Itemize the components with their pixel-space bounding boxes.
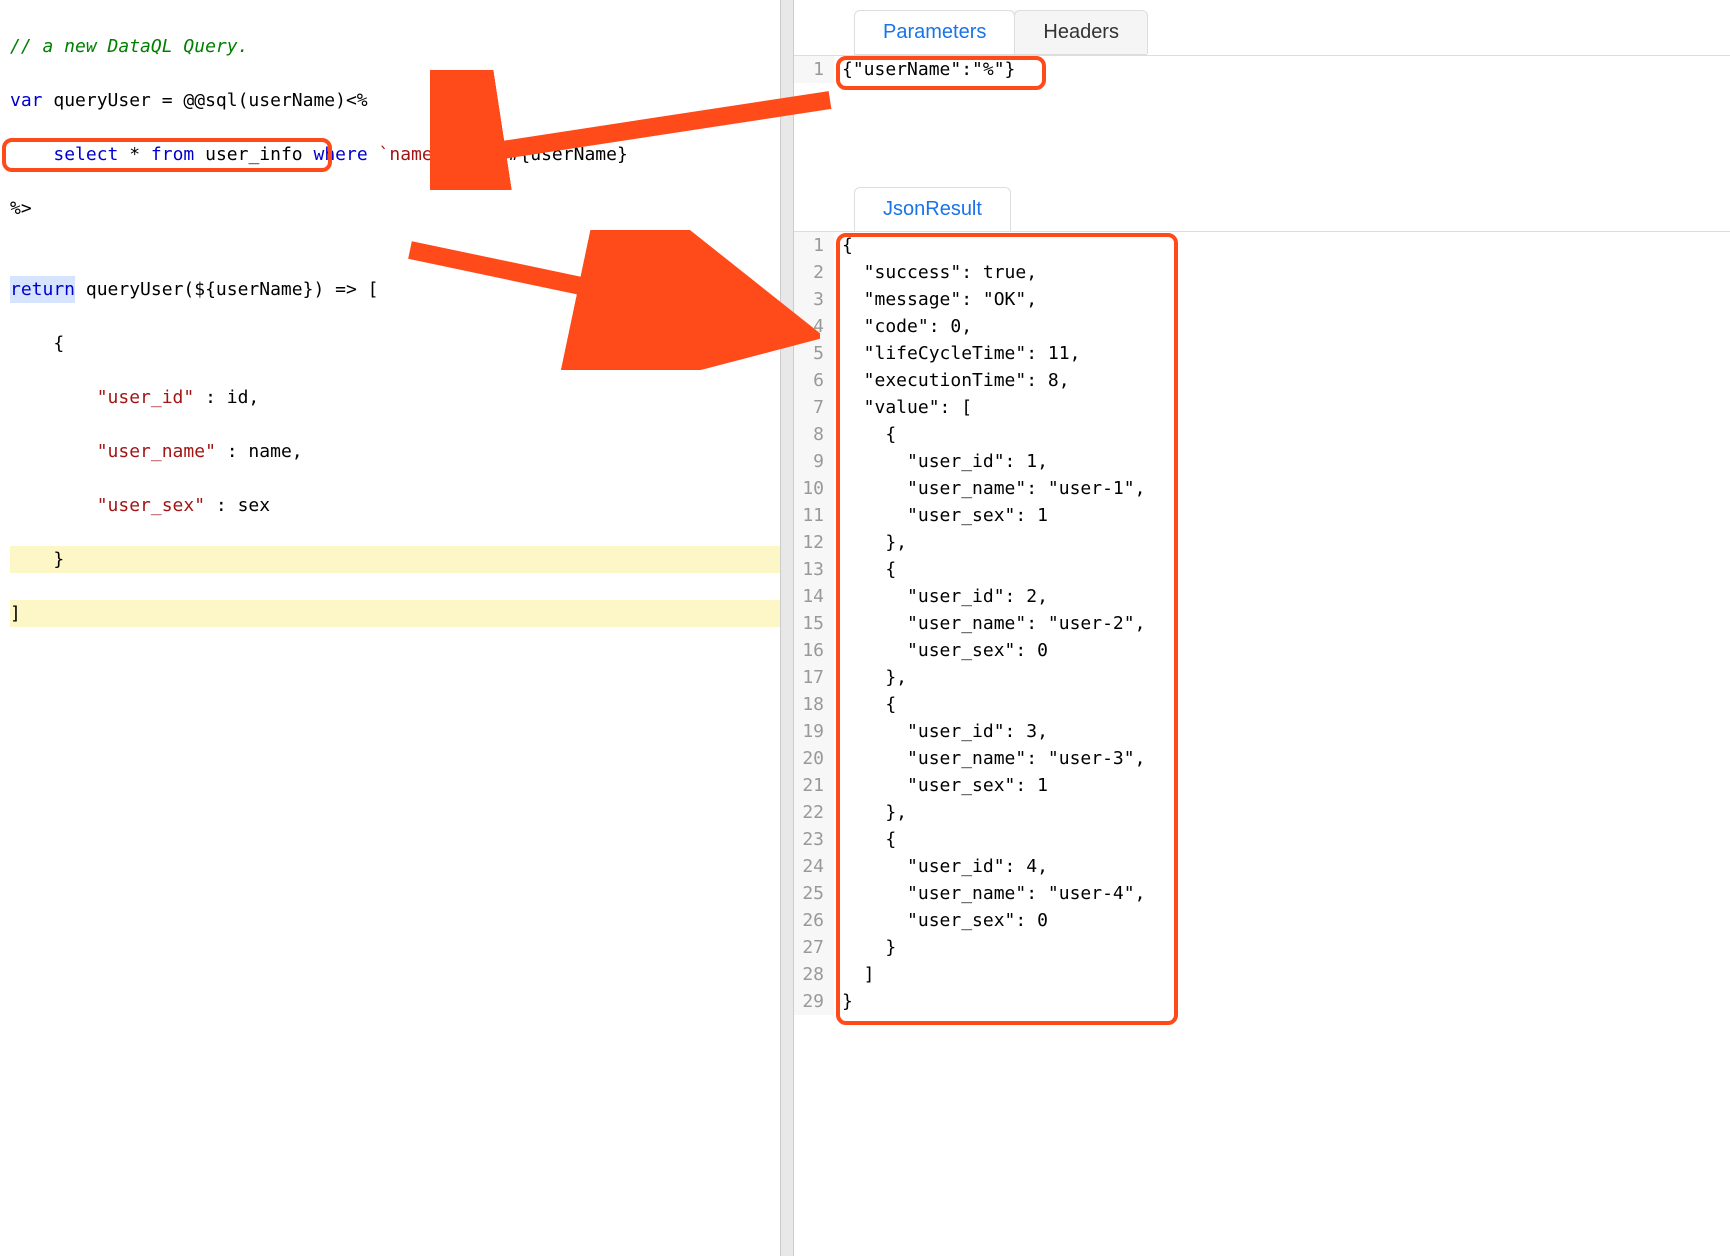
result-line-number: 28: [794, 961, 824, 988]
dataql-code-editor[interactable]: // a new DataQL Query. var queryUser = @…: [0, 0, 780, 681]
result-line-number: 6: [794, 367, 824, 394]
result-line: }: [842, 988, 1145, 1015]
result-line: },: [842, 799, 1145, 826]
result-code-content: { "success": true, "message": "OK", "cod…: [834, 232, 1145, 1015]
result-line-number: 22: [794, 799, 824, 826]
vertical-splitter[interactable]: [780, 0, 794, 1256]
result-line-number: 5: [794, 340, 824, 367]
result-line: "user_sex": 0: [842, 907, 1145, 934]
result-section: JsonResult 12345678910111213141516171819…: [794, 187, 1730, 1256]
result-line: {: [842, 826, 1145, 853]
result-line-number: 26: [794, 907, 824, 934]
result-line: {: [842, 556, 1145, 583]
result-line-number: 20: [794, 745, 824, 772]
result-line: {: [842, 691, 1145, 718]
result-line: "success": true,: [842, 259, 1145, 286]
result-line-number: 7: [794, 394, 824, 421]
left-code-editor-panel: // a new DataQL Query. var queryUser = @…: [0, 0, 780, 1256]
result-line: "user_name": "user-3",: [842, 745, 1145, 772]
result-line: }: [842, 934, 1145, 961]
result-line: "value": [: [842, 394, 1145, 421]
code-comment: // a new DataQL Query.: [10, 36, 248, 57]
right-panel: Parameters Headers 1 {"userName":"%"} Js…: [794, 0, 1730, 1256]
param-gutter: 1: [794, 56, 834, 83]
tab-headers[interactable]: Headers: [1014, 10, 1148, 54]
tab-parameters[interactable]: Parameters: [854, 10, 1015, 54]
result-line-number: 18: [794, 691, 824, 718]
result-line-number: 14: [794, 583, 824, 610]
result-line-number: 11: [794, 502, 824, 529]
result-line: },: [842, 529, 1145, 556]
result-line: "user_sex": 0: [842, 637, 1145, 664]
result-gutter: 1234567891011121314151617181920212223242…: [794, 232, 834, 1015]
tab-jsonresult[interactable]: JsonResult: [854, 187, 1011, 231]
result-line-number: 19: [794, 718, 824, 745]
result-line: "executionTime": 8,: [842, 367, 1145, 394]
result-line-number: 9: [794, 448, 824, 475]
result-line-number: 15: [794, 610, 824, 637]
result-line: {: [842, 421, 1145, 448]
param-tab-bar: Parameters Headers: [854, 10, 1147, 55]
result-line: "user_name": "user-4",: [842, 880, 1145, 907]
code-close-tag: %>: [10, 195, 780, 222]
result-line-number: 29: [794, 988, 824, 1015]
result-line: "user_name": "user-2",: [842, 610, 1145, 637]
result-editor[interactable]: 1234567891011121314151617181920212223242…: [794, 231, 1730, 1015]
code-obj-close: }: [10, 546, 780, 573]
result-line-number: 8: [794, 421, 824, 448]
result-line: "user_name": "user-1",: [842, 475, 1145, 502]
code-obj-open: {: [10, 330, 780, 357]
result-line: "user_id": 1,: [842, 448, 1145, 475]
result-tab-bar: JsonResult: [854, 187, 1011, 231]
result-line-number: 10: [794, 475, 824, 502]
result-line-number: 13: [794, 556, 824, 583]
parameters-section: Parameters Headers 1 {"userName":"%"}: [794, 0, 1730, 175]
result-line: "message": "OK",: [842, 286, 1145, 313]
result-line: },: [842, 664, 1145, 691]
result-line-number: 2: [794, 259, 824, 286]
result-line-number: 16: [794, 637, 824, 664]
result-line-number: 17: [794, 664, 824, 691]
result-line: "user_id": 2,: [842, 583, 1145, 610]
param-code-content: {"userName":"%"}: [834, 56, 1015, 83]
result-line: "code": 0,: [842, 313, 1145, 340]
result-line: "user_id": 3,: [842, 718, 1145, 745]
code-arr-close: ]: [10, 600, 780, 627]
result-line: "user_sex": 1: [842, 772, 1145, 799]
result-line: "user_id": 4,: [842, 853, 1145, 880]
result-line-number: 27: [794, 934, 824, 961]
result-line-number: 1: [794, 232, 824, 259]
result-line-number: 23: [794, 826, 824, 853]
parameters-editor[interactable]: 1 {"userName":"%"}: [794, 55, 1730, 83]
result-line: "lifeCycleTime": 11,: [842, 340, 1145, 367]
result-line-number: 3: [794, 286, 824, 313]
result-line: "user_sex": 1: [842, 502, 1145, 529]
result-line-number: 25: [794, 880, 824, 907]
result-line-number: 12: [794, 529, 824, 556]
result-line-number: 21: [794, 772, 824, 799]
result-line: {: [842, 232, 1145, 259]
result-line: ]: [842, 961, 1145, 988]
result-line-number: 24: [794, 853, 824, 880]
result-line-number: 4: [794, 313, 824, 340]
